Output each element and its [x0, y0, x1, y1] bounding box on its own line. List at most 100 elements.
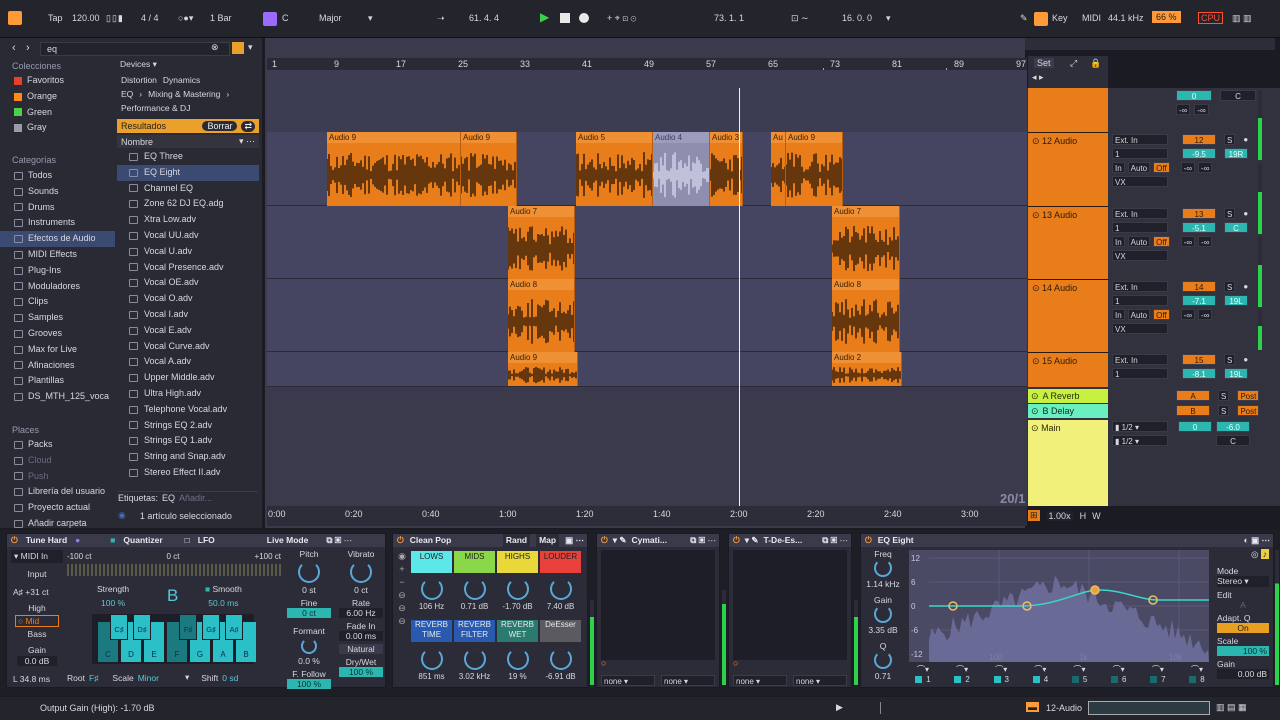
loop-icon[interactable]: ⊡ ∼: [791, 13, 809, 24]
band-toggle[interactable]: [993, 676, 1001, 683]
h-button[interactable]: H: [1080, 511, 1087, 521]
devices-filter[interactable]: Devices: [120, 59, 150, 69]
return-a-letter[interactable]: A: [1176, 390, 1210, 401]
main-pan-2[interactable]: C: [1216, 435, 1250, 446]
pop-toggle-button[interactable]: LOWS: [411, 551, 452, 573]
volume-field[interactable]: -9.5: [1182, 148, 1216, 159]
result-item[interactable]: Channel EQ: [117, 181, 259, 197]
return-b-letter[interactable]: B: [1176, 405, 1210, 416]
result-item[interactable]: Upper Middle.adv: [117, 370, 259, 386]
tap-button[interactable]: Tap: [48, 13, 63, 23]
chevron-down-icon[interactable]: ▾: [886, 13, 891, 24]
eq-band-control[interactable]: ⌒▾ 8: [1179, 664, 1215, 684]
pop-toggle-button[interactable]: MIDS: [454, 551, 495, 573]
audio-clip[interactable]: Audio 9: [461, 132, 517, 206]
channel-select[interactable]: 1: [1112, 368, 1168, 379]
arm-icon[interactable]: ●: [1243, 209, 1248, 218]
result-item[interactable]: Vocal A.adv: [117, 354, 259, 370]
clear-button[interactable]: Borrar: [202, 121, 238, 131]
eq-band-control[interactable]: ⌒▾ 2: [944, 664, 980, 684]
category-item[interactable]: MIDI Effects: [0, 247, 115, 263]
pop-knob[interactable]: [420, 578, 443, 600]
master-track-header[interactable]: [1028, 88, 1108, 132]
track-number[interactable]: 13: [1182, 208, 1216, 219]
category-item[interactable]: DS_MTH_125_voca: [0, 389, 115, 405]
tag-performance[interactable]: Performance & DJ: [121, 103, 190, 113]
pop-fx-button[interactable]: REVERB FILTER: [454, 620, 495, 642]
return-b-post[interactable]: Post: [1237, 405, 1260, 416]
monitor-in[interactable]: In: [1112, 162, 1125, 173]
monitor-auto[interactable]: Auto: [1127, 309, 1151, 320]
metronome-icon[interactable]: ○●▾: [178, 13, 193, 24]
input-select[interactable]: Ext. In: [1112, 354, 1168, 365]
output-select[interactable]: VX: [1112, 250, 1168, 261]
collection-item[interactable]: Favoritos: [0, 73, 115, 89]
input-select[interactable]: Ext. In: [1112, 208, 1168, 219]
menu-icon[interactable]: [8, 11, 22, 25]
gain-value[interactable]: 0.0 dB: [17, 656, 57, 666]
scale-sharp-key[interactable]: D♯: [133, 614, 151, 640]
pan-field[interactable]: 19L: [1224, 295, 1248, 306]
track-lane-15[interactable]: [267, 352, 1027, 387]
volume-field[interactable]: -8.1: [1182, 368, 1216, 379]
pop-toggle-button[interactable]: HIGHS: [497, 551, 538, 573]
pitch-knob[interactable]: [298, 561, 320, 583]
return-a-post[interactable]: Post: [1237, 390, 1260, 401]
channel-select[interactable]: 1: [1112, 148, 1168, 159]
input-select[interactable]: Ext. In: [1112, 134, 1168, 145]
power-icon[interactable]: ⏻: [601, 534, 608, 547]
edit-value[interactable]: A: [1217, 600, 1269, 610]
result-item[interactable]: Vocal UU.adv: [117, 228, 259, 244]
audio-clip[interactable]: Au: [771, 132, 786, 206]
rate-value[interactable]: 6.00 Hz: [339, 608, 383, 618]
key-select[interactable]: C: [282, 13, 289, 23]
power-icon[interactable]: ⏻: [865, 534, 872, 547]
pop-knob[interactable]: [506, 578, 529, 600]
range-bass[interactable]: Bass: [11, 629, 63, 639]
eq-band-handle[interactable]: [1090, 585, 1100, 595]
tag-distortion[interactable]: Distortion: [121, 75, 157, 85]
eq-curve-graph[interactable]: 1260-6-121001k10k: [909, 550, 1209, 662]
forward-icon[interactable]: ›: [26, 42, 30, 54]
device-header-icons[interactable]: ▣ ⋯: [565, 534, 587, 547]
scale-select[interactable]: Major: [319, 13, 342, 23]
collection-item[interactable]: Orange: [0, 89, 115, 105]
audio-clip[interactable]: Audio 8: [508, 279, 575, 352]
pop-fx-button[interactable]: REVERB WET: [497, 620, 538, 642]
band-toggle[interactable]: [1032, 676, 1040, 683]
volume-field[interactable]: -7.1: [1182, 295, 1216, 306]
track-number[interactable]: 15: [1182, 354, 1216, 365]
place-item[interactable]: Push: [0, 469, 115, 485]
eq-band-control[interactable]: ⌒▾ 5: [1062, 664, 1098, 684]
result-item[interactable]: Strings EQ 1.adv: [117, 433, 259, 449]
view-icons[interactable]: ▥ ▤ ▦: [1216, 702, 1247, 713]
solo-button[interactable]: S: [1224, 281, 1236, 292]
pop-knob[interactable]: [463, 648, 486, 670]
monitor-off[interactable]: Off: [1153, 162, 1170, 173]
more-icon[interactable]: ▾ ⋯: [239, 136, 259, 147]
position-field[interactable]: 61. 4. 4: [469, 13, 499, 23]
tag-eq[interactable]: EQ: [121, 89, 133, 99]
chevron-down-icon[interactable]: ▾: [185, 672, 189, 683]
fine-value[interactable]: 0 ct: [287, 608, 331, 618]
result-item[interactable]: Xtra Low.adv: [117, 212, 259, 228]
master-send-a[interactable]: -∞: [1176, 104, 1191, 115]
band-toggle[interactable]: [1189, 676, 1197, 683]
category-item[interactable]: Max for Live: [0, 342, 115, 358]
w-button[interactable]: W: [1092, 511, 1101, 521]
natural-button[interactable]: Natural: [339, 644, 383, 654]
zoom-icon[interactable]: ⊞: [1028, 510, 1040, 521]
filter-type-icon[interactable]: ⌒▾: [905, 664, 941, 675]
solo-button[interactable]: S: [1224, 354, 1236, 365]
lfo-tab[interactable]: LFO: [198, 534, 215, 547]
track-header[interactable]: ⊙ 15 Audio: [1028, 352, 1108, 387]
eq-display[interactable]: 1260-6-121001k10k: [909, 550, 1209, 662]
search-input[interactable]: eq: [40, 42, 230, 56]
result-item[interactable]: Zone 62 DJ EQ.adg: [117, 196, 259, 212]
filter-type-icon[interactable]: ⌒▾: [1101, 664, 1137, 675]
scale-icon[interactable]: [263, 12, 277, 26]
back-icon[interactable]: ‹: [12, 42, 16, 54]
send-b[interactable]: -∞: [1198, 309, 1213, 320]
keyboard-icon[interactable]: [1034, 12, 1048, 26]
place-item[interactable]: Proyecto actual: [0, 500, 115, 516]
